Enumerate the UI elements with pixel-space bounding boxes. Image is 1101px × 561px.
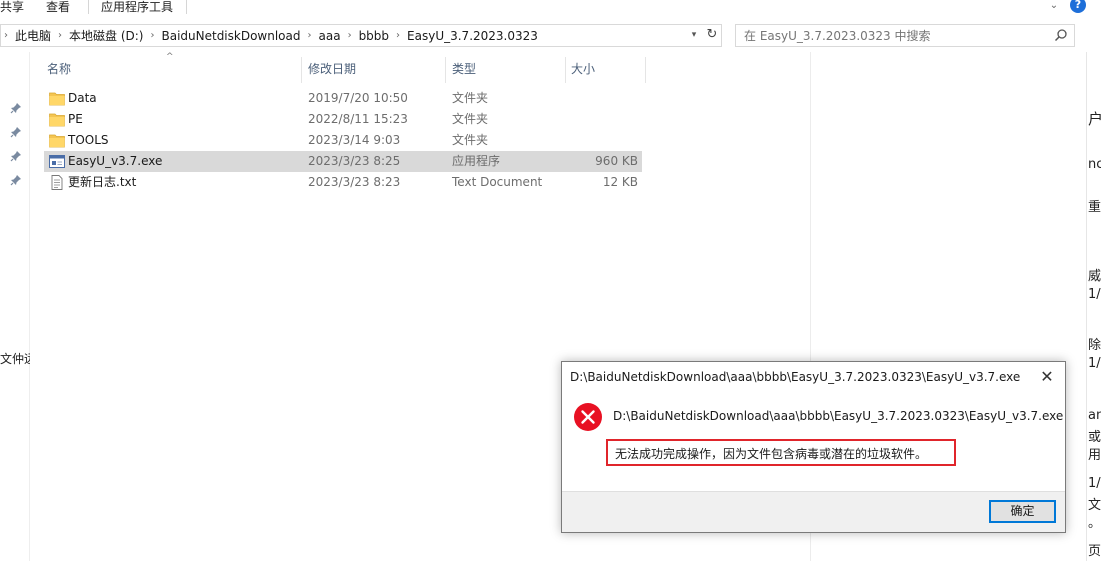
pin-icon[interactable] bbox=[10, 126, 22, 138]
close-icon[interactable]: ✕ bbox=[1037, 367, 1057, 387]
breadcrumb: › 此电脑 › 本地磁盘 (D:) › BaiduNetdiskDownload… bbox=[1, 25, 542, 46]
column-header-size[interactable]: 大小 bbox=[571, 57, 595, 81]
file-date: 2023/3/23 8:23 bbox=[308, 175, 401, 189]
search-icon[interactable] bbox=[1054, 28, 1068, 42]
pin-icon[interactable] bbox=[10, 174, 22, 186]
dialog-title: D:\BaiduNetdiskDownload\aaa\bbbb\EasyU_3… bbox=[570, 370, 1021, 384]
dialog-footer: 确定 bbox=[562, 491, 1065, 532]
column-divider[interactable] bbox=[445, 57, 446, 83]
column-divider[interactable] bbox=[301, 57, 302, 83]
background-text: 或 bbox=[1088, 430, 1101, 445]
background-text: 页目 bbox=[1088, 544, 1101, 559]
file-date: 2023/3/23 8:25 bbox=[308, 154, 401, 168]
breadcrumb-this-pc[interactable]: 此电脑 bbox=[11, 27, 55, 44]
search-box[interactable] bbox=[735, 24, 1075, 47]
tab-share[interactable]: 共享 bbox=[0, 0, 24, 18]
breadcrumb-separator-icon[interactable]: › bbox=[345, 30, 355, 41]
ok-button[interactable]: 确定 bbox=[989, 500, 1056, 523]
error-icon bbox=[574, 403, 602, 431]
background-text: 1/ bbox=[1088, 356, 1101, 371]
breadcrumb-separator-icon[interactable]: › bbox=[305, 30, 315, 41]
ribbon-tabs: 共享 查看 应用程序工具 ⌄ ? bbox=[0, 0, 1101, 20]
breadcrumb-separator-icon[interactable]: › bbox=[393, 30, 403, 41]
address-history-dropdown-icon[interactable]: ▾ bbox=[687, 28, 701, 42]
file-name: PE bbox=[68, 112, 83, 126]
file-date: 2019/7/20 10:50 bbox=[308, 91, 408, 105]
navigation-pane: 文仲远 bbox=[0, 52, 30, 561]
file-type: 应用程序 bbox=[452, 154, 501, 168]
error-message: 无法成功完成操作，因为文件包含病毒或潜在的垃圾软件。 bbox=[615, 447, 928, 461]
folder-icon bbox=[49, 134, 65, 148]
file-type: 文件夹 bbox=[452, 112, 489, 126]
file-date: 2023/3/14 9:03 bbox=[308, 133, 401, 147]
file-name: TOOLS bbox=[68, 133, 109, 147]
file-type: 文件夹 bbox=[452, 91, 489, 105]
breadcrumb-separator-icon[interactable]: › bbox=[147, 30, 157, 41]
file-size: 960 KB bbox=[595, 154, 638, 168]
background-text: nc bbox=[1088, 157, 1101, 172]
column-divider[interactable] bbox=[645, 57, 646, 83]
sort-ascending-icon: ^ bbox=[166, 52, 174, 62]
ribbon-expand-chevron-icon[interactable]: ⌄ bbox=[1046, 0, 1062, 14]
file-row-selected[interactable]: EasyU_v3.7.exe 2023/3/23 8:25 应用程序 960 K… bbox=[44, 151, 642, 172]
column-header-date[interactable]: 修改日期 bbox=[308, 57, 356, 81]
file-size: 12 KB bbox=[602, 175, 638, 189]
file-row[interactable]: Data 2019/7/20 10:50 文件夹 bbox=[44, 88, 642, 109]
breadcrumb-baidunetdiskdownload[interactable]: BaiduNetdiskDownload bbox=[157, 29, 304, 43]
breadcrumb-easyu-folder[interactable]: EasyU_3.7.2023.0323 bbox=[403, 29, 542, 43]
file-row[interactable]: 更新日志.txt 2023/3/23 8:23 Text Document 12… bbox=[44, 172, 642, 193]
file-type: 文件夹 bbox=[452, 133, 489, 147]
pin-icon[interactable] bbox=[10, 102, 22, 114]
background-text: 户 bbox=[1088, 110, 1101, 128]
breadcrumb-separator-icon[interactable]: › bbox=[1, 30, 11, 41]
background-text: 除 bbox=[1088, 338, 1101, 353]
file-date: 2022/8/11 15:23 bbox=[308, 112, 408, 126]
file-name: Data bbox=[68, 91, 97, 105]
breadcrumb-bbbb[interactable]: bbbb bbox=[355, 29, 393, 43]
column-header-name[interactable]: 名称 bbox=[47, 57, 71, 81]
breadcrumb-separator-icon[interactable]: › bbox=[55, 30, 65, 41]
dialog-file-path: D:\BaiduNetdiskDownload\aaa\bbbb\EasyU_3… bbox=[613, 409, 1064, 423]
breadcrumb-aaa[interactable]: aaa bbox=[315, 29, 345, 43]
folder-icon bbox=[49, 92, 65, 106]
text-file-icon bbox=[51, 175, 63, 190]
tab-app-tools[interactable]: 应用程序工具 bbox=[101, 0, 173, 18]
address-bar[interactable]: › 此电脑 › 本地磁盘 (D:) › BaiduNetdiskDownload… bbox=[0, 24, 722, 47]
background-text: 威 bbox=[1088, 269, 1101, 284]
file-row[interactable]: TOOLS 2023/3/14 9:03 文件夹 bbox=[44, 130, 642, 151]
search-input[interactable] bbox=[744, 27, 1044, 44]
background-text: 用( bbox=[1088, 448, 1101, 463]
background-text: an: bbox=[1088, 408, 1101, 423]
folder-icon bbox=[49, 113, 65, 127]
error-dialog: D:\BaiduNetdiskDownload\aaa\bbbb\EasyU_3… bbox=[561, 361, 1066, 533]
breadcrumb-local-disk[interactable]: 本地磁盘 (D:) bbox=[65, 27, 147, 44]
highlighted-error-message: 无法成功完成操作，因为文件包含病毒或潜在的垃圾软件。 bbox=[606, 439, 956, 466]
ribbon-separator bbox=[88, 0, 89, 14]
file-name: EasyU_v3.7.exe bbox=[68, 154, 163, 168]
ribbon-separator bbox=[186, 0, 187, 14]
background-text: 文个 bbox=[1088, 498, 1101, 513]
file-type: Text Document bbox=[452, 175, 543, 189]
background-text: 重 bbox=[1088, 200, 1101, 215]
window-edge bbox=[1086, 52, 1087, 561]
pin-icon[interactable] bbox=[10, 150, 22, 162]
help-icon[interactable]: ? bbox=[1070, 0, 1086, 13]
background-text: 。 bbox=[1088, 516, 1101, 531]
file-name: 更新日志.txt bbox=[68, 175, 137, 189]
nav-item-truncated[interactable]: 文仲远 bbox=[0, 350, 30, 367]
tab-view[interactable]: 查看 bbox=[46, 0, 70, 18]
background-text: 1/1 bbox=[1088, 476, 1101, 491]
refresh-icon[interactable]: ↻ bbox=[704, 27, 720, 43]
background-text: 1/ bbox=[1088, 287, 1101, 302]
file-row[interactable]: PE 2022/8/11 15:23 文件夹 bbox=[44, 109, 642, 130]
column-divider[interactable] bbox=[565, 57, 566, 83]
column-header-type[interactable]: 类型 bbox=[452, 57, 476, 81]
exe-icon bbox=[49, 155, 65, 168]
